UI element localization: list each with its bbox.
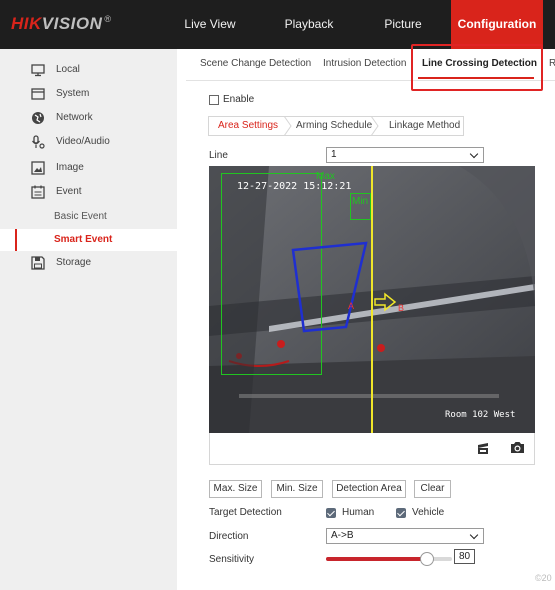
monitor-icon xyxy=(31,64,45,77)
vehicle-label: Vehicle xyxy=(412,507,445,518)
calendar-icon xyxy=(31,185,45,199)
chevron-down-icon xyxy=(469,149,479,159)
sensitivity-slider[interactable] xyxy=(326,552,452,566)
clear-button[interactable]: Clear xyxy=(414,480,451,498)
video-preview[interactable]: Max Min 12-27-2022 15:12:21 Room 102 Wes… xyxy=(209,166,535,433)
sidebar-item-basic-event[interactable]: Basic Event xyxy=(0,206,177,228)
direction-select-value: A->B xyxy=(331,530,354,541)
copyright-text: ©20 xyxy=(535,573,552,583)
human-checkbox[interactable] xyxy=(326,508,336,518)
sidebar-item-label: System xyxy=(56,88,90,99)
video-toolbar xyxy=(209,433,535,465)
sidebar-item-label: Storage xyxy=(56,257,92,268)
sidebar-item-event[interactable]: Event xyxy=(0,181,177,203)
sidebar-item-network[interactable]: Network xyxy=(0,107,177,129)
sidebar: Local System Network Video/Audio Image E… xyxy=(0,49,177,590)
sidebar-item-label: Local xyxy=(56,64,80,75)
tab-intrusion-detection[interactable]: Intrusion Detection xyxy=(323,58,406,69)
tab-truncated[interactable]: R xyxy=(549,58,555,69)
min-size-button[interactable]: Min. Size xyxy=(271,480,323,498)
detection-area-button[interactable]: Detection Area xyxy=(332,480,406,498)
sidebar-item-smart-event[interactable]: Smart Event xyxy=(0,229,177,251)
detection-overlay xyxy=(291,166,397,433)
marker-b: B xyxy=(398,303,405,313)
globe-icon xyxy=(32,112,44,124)
tab-scene-change-detection[interactable]: Scene Change Detection xyxy=(200,58,311,69)
sensitivity-label: Sensitivity xyxy=(209,554,255,565)
sidebar-item-label: Image xyxy=(56,162,84,173)
sidebar-sub-label: Smart Event xyxy=(54,234,113,245)
human-label: Human xyxy=(342,507,375,518)
top-bar: HIKVISION ® Live View Playback Picture Co… xyxy=(0,0,555,49)
hikvision-logo: HIKVISION ® xyxy=(11,14,112,33)
sensitivity-slider-fill xyxy=(326,557,427,561)
sidebar-item-label: Network xyxy=(56,112,93,123)
direction-arrow-icon xyxy=(374,292,397,312)
sidebar-sub-label: Basic Event xyxy=(54,211,107,222)
save-icon xyxy=(31,256,45,270)
step-linkage-method[interactable]: Linkage Method xyxy=(389,116,460,136)
enable-label: Enable xyxy=(223,94,255,105)
sensitivity-slider-thumb[interactable] xyxy=(420,552,434,566)
chevron-down-icon xyxy=(469,530,479,540)
max-size-button[interactable]: Max. Size xyxy=(209,480,262,498)
system-icon xyxy=(31,88,45,100)
step-area-settings[interactable]: Area Settings xyxy=(218,116,278,136)
sensitivity-value[interactable]: 80 xyxy=(454,549,475,564)
image-icon xyxy=(31,161,45,175)
step-arming-schedule[interactable]: Arming Schedule xyxy=(296,116,372,136)
highlight-box xyxy=(411,44,543,91)
nav-playback[interactable]: Playback xyxy=(278,0,340,49)
direction-label: Direction xyxy=(209,531,249,542)
enable-checkbox[interactable] xyxy=(209,95,219,105)
direction-select[interactable]: A->B xyxy=(326,528,484,544)
sidebar-item-label: Event xyxy=(56,186,82,197)
sidebar-item-system[interactable]: System xyxy=(0,83,177,105)
camera-icon[interactable] xyxy=(510,441,525,454)
sidebar-item-label: Video/Audio xyxy=(56,136,110,147)
nav-picture[interactable]: Picture xyxy=(372,0,434,49)
nav-live-view[interactable]: Live View xyxy=(180,0,240,49)
detection-area[interactable] xyxy=(291,241,368,333)
marker-a: A xyxy=(348,301,355,311)
target-detection-label: Target Detection xyxy=(209,507,282,518)
sidebar-item-storage[interactable]: Storage xyxy=(0,252,177,274)
sidebar-item-local[interactable]: Local xyxy=(0,59,177,81)
line-select[interactable]: 1 xyxy=(326,147,484,163)
sidebar-item-image[interactable]: Image xyxy=(0,157,177,179)
nav-configuration[interactable]: Configuration xyxy=(451,0,543,49)
microphone-icon xyxy=(32,135,45,149)
line-label: Line xyxy=(209,150,228,161)
line-select-value: 1 xyxy=(331,149,337,160)
record-clip-icon[interactable] xyxy=(476,442,490,455)
sidebar-item-video-audio[interactable]: Video/Audio xyxy=(0,131,177,153)
vehicle-checkbox[interactable] xyxy=(396,508,406,518)
